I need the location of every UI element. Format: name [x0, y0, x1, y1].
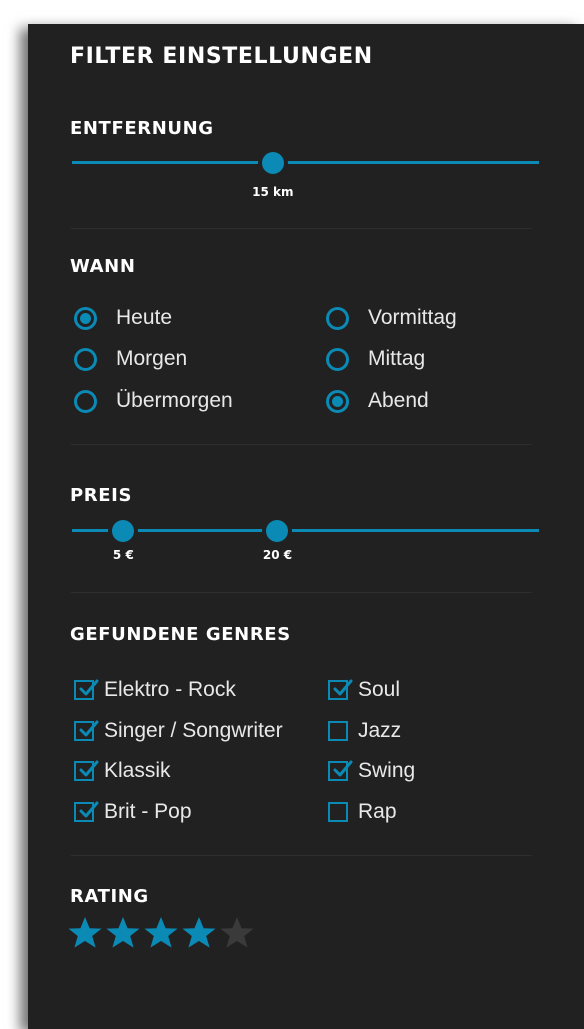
radio-label: Übermorgen [116, 389, 233, 412]
genre-item-rap[interactable]: Rap [328, 799, 397, 825]
checkbox-label: Brit - Pop [104, 800, 192, 823]
rating-stars[interactable] [66, 915, 256, 955]
radio-label: Morgen [116, 347, 188, 370]
checkbox[interactable] [74, 679, 99, 700]
radio-option-uebermorgen[interactable]: Übermorgen [74, 388, 233, 414]
distance-thumb[interactable] [261, 152, 284, 174]
price-min-label: 5 € [112, 548, 134, 562]
distance-track[interactable] [72, 161, 539, 164]
checkbox-label: Swing [358, 759, 416, 782]
genre-item-klassik[interactable]: Klassik [74, 758, 171, 784]
radio-option-vormittag[interactable]: Vormittag [326, 305, 457, 331]
checkbox[interactable] [74, 801, 99, 822]
price-heading: PREIS [70, 485, 133, 506]
distance-heading: ENTFERNUNG [70, 118, 214, 139]
radio-label: Abend [368, 389, 429, 412]
checkbox-label: Klassik [104, 759, 171, 782]
star-icon[interactable] [104, 915, 142, 955]
price-max-label: 20 € [262, 548, 293, 562]
star-icon[interactable] [180, 915, 218, 955]
checkbox[interactable] [328, 760, 353, 781]
genre-item-soul[interactable]: Soul [328, 677, 400, 703]
divider [71, 855, 532, 856]
genre-item-singer-songwriter[interactable]: Singer / Songwriter [74, 718, 283, 744]
star-icon[interactable] [218, 915, 256, 955]
genre-item-elektro-rock[interactable]: Elektro - Rock [74, 677, 236, 703]
genre-item-swing[interactable]: Swing [328, 758, 415, 784]
radio-button[interactable] [74, 389, 97, 413]
divider [71, 444, 532, 445]
radio-button[interactable] [74, 347, 97, 371]
rating-heading: RATING [70, 886, 149, 907]
radio-option-mittag[interactable]: Mittag [326, 346, 425, 372]
checkbox-label: Soul [358, 678, 401, 701]
radio-label: Vormittag [368, 306, 457, 329]
distance-value-label: 15 km [252, 185, 294, 199]
checkbox-label: Elektro - Rock [104, 678, 236, 701]
radio-option-heute[interactable]: Heute [74, 305, 172, 331]
checkbox[interactable] [74, 760, 99, 781]
checkbox[interactable] [74, 720, 99, 741]
radio-button[interactable] [326, 306, 349, 330]
panel-title: FILTER EINSTELLUNGEN [70, 44, 373, 69]
checkbox[interactable] [328, 679, 353, 700]
radio-label: Heute [116, 306, 173, 329]
filter-panel: FILTER EINSTELLUNGEN ENTFERNUNG 15 km WA… [28, 24, 584, 1029]
checkbox-label: Rap [358, 800, 397, 823]
checkbox[interactable] [328, 802, 348, 822]
genres-heading: GEFUNDENE GENRES [70, 624, 291, 645]
price-track[interactable] [72, 529, 539, 532]
radio-label: Mittag [368, 347, 426, 370]
radio-button[interactable] [74, 306, 97, 330]
checkbox-label: Singer / Songwriter [104, 719, 283, 742]
radio-option-morgen[interactable]: Morgen [74, 346, 187, 372]
star-icon[interactable] [142, 915, 180, 955]
divider [71, 592, 532, 593]
radio-button[interactable] [326, 389, 349, 413]
when-heading: WANN [70, 256, 136, 277]
radio-button[interactable] [326, 347, 349, 371]
radio-option-abend[interactable]: Abend [326, 388, 429, 414]
price-min-thumb[interactable] [112, 520, 135, 542]
genre-item-brit-pop[interactable]: Brit - Pop [74, 799, 192, 825]
price-max-thumb[interactable] [266, 520, 289, 542]
checkbox[interactable] [328, 721, 348, 741]
genre-item-jazz[interactable]: Jazz [328, 718, 401, 744]
checkbox-label: Jazz [358, 719, 402, 742]
star-icon[interactable] [66, 915, 104, 955]
divider [71, 228, 532, 229]
